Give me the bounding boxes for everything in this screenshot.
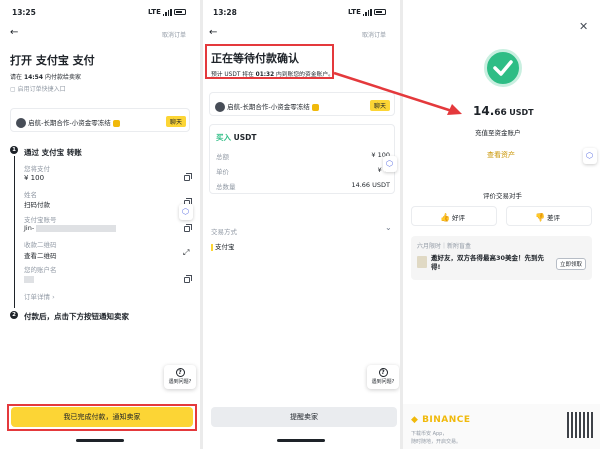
annotation-arrow	[333, 71, 462, 115]
